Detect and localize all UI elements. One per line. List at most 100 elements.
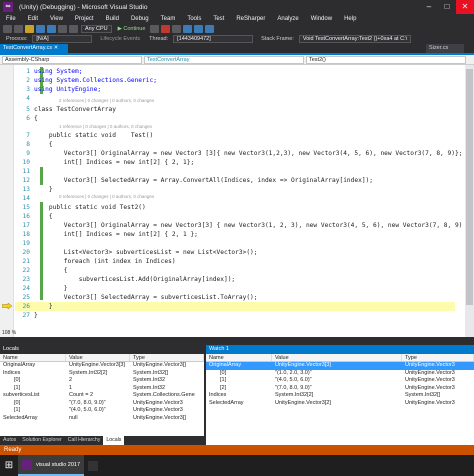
code-line: 10 int[] Indices = new int[2] { 2, 1}; — [22, 159, 195, 166]
menu-resharper[interactable]: ReSharper — [236, 16, 265, 22]
code-line: 11 — [22, 168, 30, 175]
column-header-type[interactable]: Type — [402, 354, 474, 361]
tab-testconvertarray[interactable]: TestConvertArray.cs ✕ — [0, 44, 68, 53]
code-line: 7 public static void Test() — [26, 132, 154, 139]
project-dropdown[interactable]: Assembly-CSharp — [2, 55, 142, 64]
editor-vertical-scrollbar[interactable] — [465, 65, 474, 337]
stack-frame-label: Stack Frame: — [261, 36, 294, 42]
windows-start-icon[interactable]: ⊞ — [0, 455, 18, 476]
code-line: 13 } — [22, 186, 53, 193]
back-icon[interactable] — [3, 24, 12, 33]
pause-icon[interactable] — [150, 24, 160, 33]
menu-edit[interactable]: Edit — [28, 16, 38, 22]
taskbar-app[interactable] — [84, 455, 102, 476]
minimize-button[interactable]: – — [420, 0, 438, 14]
editor-gutter[interactable] — [0, 65, 14, 337]
menu-team[interactable]: Team — [161, 16, 176, 22]
menu-file[interactable]: File — [6, 16, 16, 22]
codelens-info[interactable]: 0 references | 0 changes | 0 authors, 0 … — [59, 193, 154, 201]
process-label: Process: — [6, 36, 28, 42]
type-dropdown[interactable]: TestConvertArray — [144, 55, 304, 64]
watch-row-selected[interactable]: OriginalArray UnityEngine.Vector3[3] Unity… — [206, 362, 474, 370]
stack-frame-select[interactable]: Void TestConvertArray:Test2 ()+0xa4 at C… — [298, 35, 411, 43]
locals-row[interactable]: [1] 1 System.Int32 — [0, 385, 204, 393]
taskbar-app-label: visual studio 2017 — [36, 461, 81, 468]
locals-row[interactable]: Indices System.Int32[2] System.Int32[] — [0, 370, 204, 378]
step-over-icon[interactable] — [194, 24, 204, 33]
tab-locals[interactable]: Locals — [103, 436, 125, 445]
code-line: 21 foreach (int index in Indices) — [22, 258, 176, 265]
column-header-value[interactable]: Value — [272, 354, 402, 361]
watch-row[interactable]: [0] "(1.0, 2.0, 3.0)" UnityEngine.Vector3 — [206, 370, 474, 378]
menu-build[interactable]: Build — [106, 16, 119, 22]
step-into-icon[interactable] — [183, 24, 193, 33]
code-line: 9 Vector3[] OriginalArray = new Vector3 … — [26, 150, 463, 157]
menu-test[interactable]: Test — [213, 16, 224, 22]
tab-autos[interactable]: Autos — [0, 436, 19, 445]
locals-row[interactable]: [0] "(7.0, 8.0, 9.0)" UnityEngine.Vector3 — [0, 400, 204, 408]
save-icon[interactable] — [36, 24, 45, 33]
watch-row[interactable]: [2] "(7.0, 8.0, 9.0)" UnityEngine.Vector3 — [206, 385, 474, 393]
locals-column-headers: Name Value Type — [0, 354, 204, 362]
locals-row[interactable]: [0] 2 System.Int32 — [0, 377, 204, 385]
continue-button[interactable]: ▶ Continue — [118, 26, 146, 32]
codelens-info[interactable]: 1 reference | 0 changes | 0 authors, 0 c… — [59, 123, 152, 131]
status-bar: Ready — [0, 445, 474, 455]
code-line: 17 Vector3[] OriginalArray = new Vector3… — [22, 222, 474, 229]
windows-taskbar: ⊞ visual studio 2017 — [0, 455, 474, 476]
lifecycle-events-button[interactable]: Lifecycle Events — [100, 36, 140, 42]
close-button[interactable]: ✕ — [456, 0, 474, 14]
column-header-value[interactable]: Value — [66, 354, 130, 361]
locals-row[interactable]: subverticesList Count = 2 System.Collectio… — [0, 392, 204, 400]
menu-debug[interactable]: Debug — [131, 16, 149, 22]
status-text: Ready — [4, 447, 22, 453]
menu-help[interactable]: Help — [344, 16, 356, 22]
taskbar-visual-studio[interactable]: visual studio 2017 — [18, 455, 85, 476]
menu-analyze[interactable]: Analyze — [277, 16, 298, 22]
current-statement-arrow-icon — [2, 303, 12, 309]
tab-solution-explorer[interactable]: Solution Explorer — [19, 436, 65, 445]
locals-panel-title: Locals — [0, 345, 204, 354]
stop-icon[interactable] — [161, 24, 171, 33]
thread-label: Thread: — [149, 36, 169, 42]
step-out-icon[interactable] — [205, 24, 215, 33]
scrollbar-thumb[interactable] — [466, 69, 473, 305]
thread-select[interactable]: [1443409472] — [173, 35, 254, 43]
member-dropdown[interactable]: Test2() — [306, 55, 466, 64]
column-header-name[interactable]: Name — [0, 354, 66, 361]
menu-project[interactable]: Project — [75, 16, 94, 22]
code-editor[interactable]: 2 references | 0 changes | 0 authors, 0 … — [0, 65, 474, 337]
locals-panel: Locals Name Value Type OriginalArray Unit… — [0, 345, 204, 445]
watch-panel: Watch 1 Name Value Type OriginalArray Uni… — [206, 345, 474, 445]
column-header-type[interactable]: Type — [130, 354, 204, 361]
platform-select[interactable]: Any CPU — [81, 24, 112, 33]
tab-sizer[interactable]: Sizer.cs — [426, 44, 464, 53]
save-all-icon[interactable] — [47, 24, 56, 33]
zoom-level[interactable]: 108 % — [2, 330, 16, 336]
navigation-bar: Assembly-CSharp TestConvertArray Test2() — [0, 55, 474, 65]
close-tab-icon[interactable]: ✕ — [54, 45, 59, 51]
locals-row[interactable]: [1] "(4.0, 5.0, 6.0)" UnityEngine.Vector3 — [0, 407, 204, 415]
maximize-button[interactable]: □ — [438, 0, 456, 14]
restart-icon[interactable] — [172, 24, 182, 33]
undo-icon[interactable] — [58, 24, 67, 33]
menu-window[interactable]: Window — [311, 16, 332, 22]
watch-row[interactable]: SelectedArray UnityEngine.Vector3[2] Unity… — [206, 400, 474, 408]
codelens-info[interactable]: 2 references | 0 changes | 0 authors, 0 … — [59, 97, 154, 105]
redo-icon[interactable] — [69, 24, 78, 33]
code-line: 19 — [22, 240, 30, 247]
open-folder-icon[interactable] — [25, 24, 34, 33]
code-line: 8 { — [26, 141, 53, 148]
title-bar: ∞ (Unity) (Debugging) - Microsoft Visual… — [0, 0, 474, 14]
code-line: 14 — [22, 195, 30, 202]
tab-call-hierarchy[interactable]: Call Hierarchy — [65, 436, 104, 445]
column-header-name[interactable]: Name — [206, 354, 272, 361]
locals-row[interactable]: OriginalArray UnityEngine.Vector3[3] Unity… — [0, 362, 204, 370]
forward-icon[interactable] — [14, 24, 23, 33]
locals-row[interactable]: SelectedArray null UnityEngine.Vector3[] — [0, 415, 204, 423]
menu-view[interactable]: View — [50, 16, 63, 22]
menu-tools[interactable]: Tools — [187, 16, 201, 22]
watch-row[interactable]: [1] "(4.0, 5.0, 6.0)" UnityEngine.Vector3 — [206, 377, 474, 385]
watch-row[interactable]: Indices System.Int32[2] System.Int32[] — [206, 392, 474, 400]
process-select[interactable]: [N/A] — [32, 35, 93, 43]
